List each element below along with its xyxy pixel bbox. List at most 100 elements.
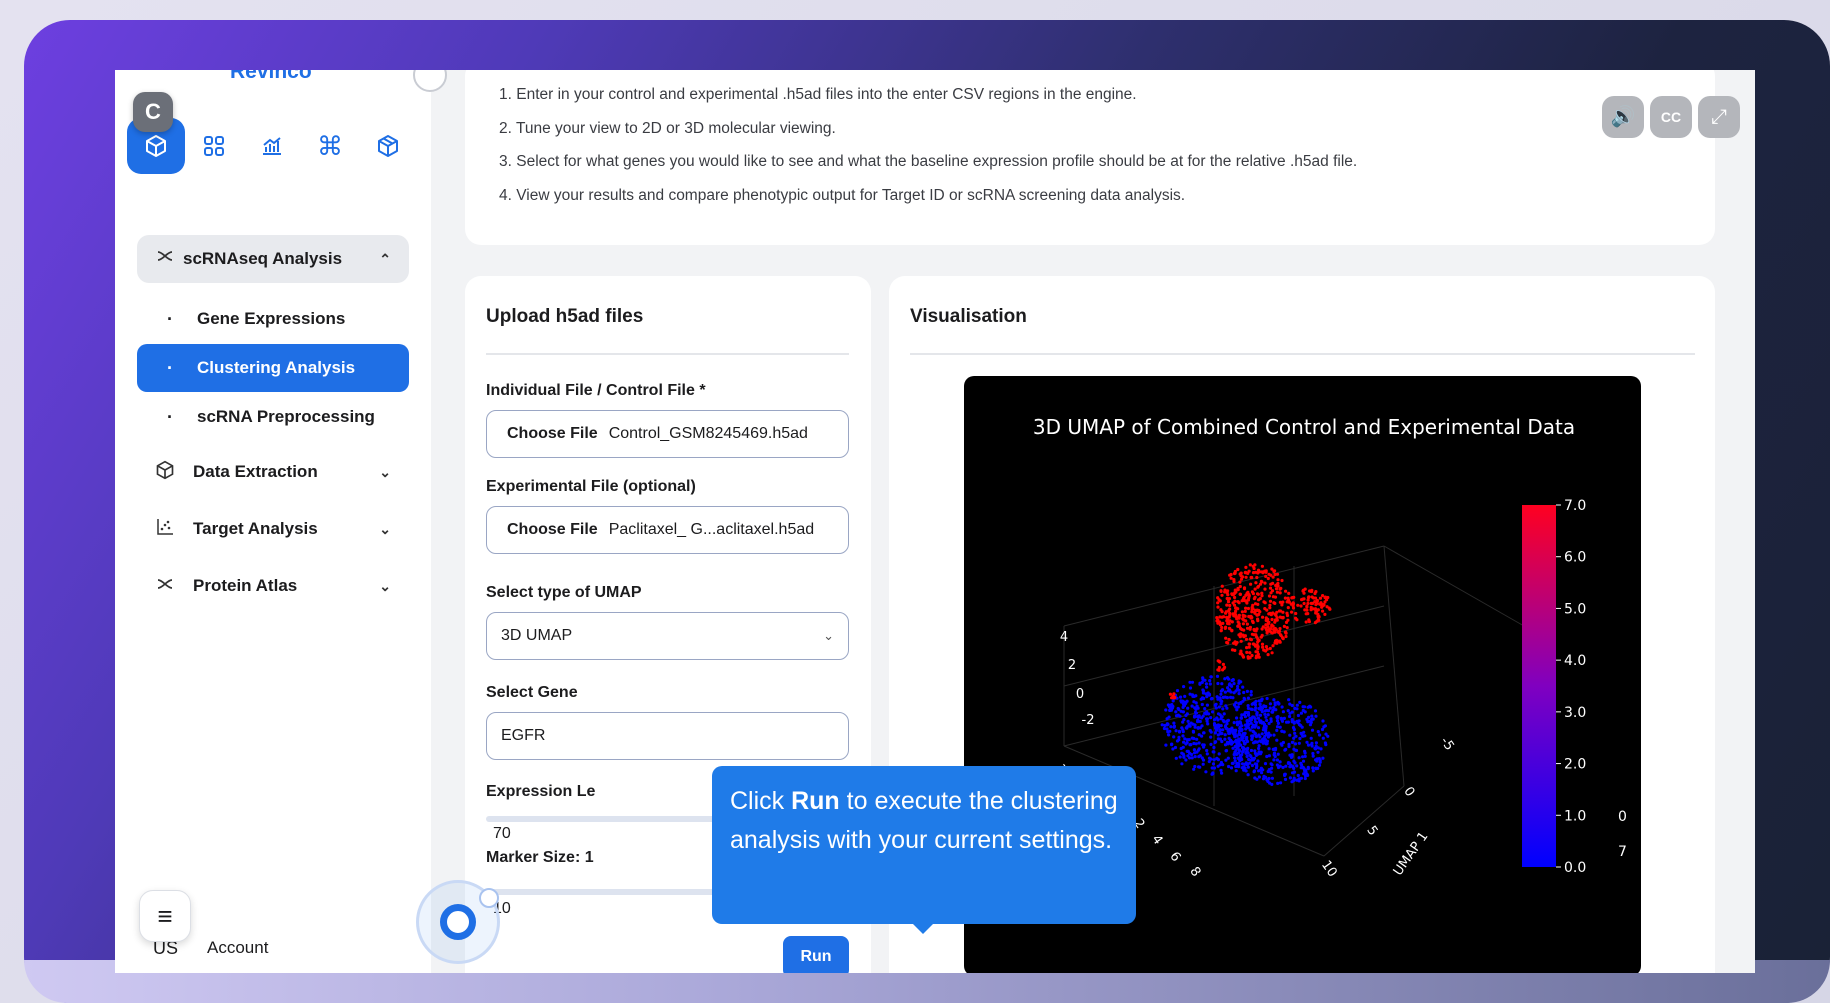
red-cluster bbox=[1226, 641, 1230, 645]
blue-cluster bbox=[1246, 773, 1250, 777]
sidebar-section-scrnaseq[interactable]: scRNAseq Analysis ⌃ bbox=[137, 235, 409, 283]
account-link[interactable]: Account bbox=[207, 938, 268, 958]
choose-file-button[interactable]: Choose File bbox=[507, 521, 598, 539]
blue-cluster bbox=[1269, 762, 1273, 766]
blue-cluster bbox=[1186, 719, 1190, 723]
blue-cluster bbox=[1291, 765, 1295, 769]
sidebar-collapse-button[interactable] bbox=[413, 70, 447, 92]
blue-cluster bbox=[1239, 716, 1243, 720]
run-button[interactable]: Run bbox=[783, 936, 849, 973]
blue-cluster bbox=[1227, 688, 1232, 692]
blue-cluster bbox=[1169, 703, 1173, 707]
dna-icon bbox=[155, 246, 183, 272]
blue-cluster bbox=[1209, 742, 1213, 746]
blue-cluster bbox=[1265, 754, 1269, 759]
expand-icon[interactable]: ⤢ bbox=[1698, 96, 1740, 138]
blue-cluster bbox=[1307, 715, 1311, 719]
blue-cluster bbox=[1314, 744, 1318, 748]
blue-cluster bbox=[1321, 719, 1325, 723]
colorbar-extra-label: 0 bbox=[1618, 809, 1627, 825]
blue-cluster bbox=[1318, 733, 1322, 737]
red-cluster bbox=[1269, 573, 1273, 577]
blue-cluster bbox=[1211, 710, 1215, 714]
menu-icon[interactable]: ≡ bbox=[139, 890, 191, 942]
blue-cluster bbox=[1231, 761, 1235, 765]
blue-cluster bbox=[1267, 747, 1271, 751]
red-cluster bbox=[1260, 642, 1265, 646]
marker-size-slider-handle[interactable] bbox=[440, 904, 476, 940]
blue-cluster bbox=[1281, 710, 1285, 714]
y-tick-label: 6 bbox=[1166, 849, 1183, 864]
red-cluster bbox=[1241, 655, 1246, 659]
blue-cluster bbox=[1205, 752, 1209, 756]
sidebar-item-protein-atlas[interactable]: Protein Atlas ⌄ bbox=[137, 562, 409, 610]
chart-icon[interactable] bbox=[243, 118, 301, 174]
blue-cluster bbox=[1318, 760, 1322, 764]
red-cluster bbox=[1260, 591, 1264, 595]
red-cluster bbox=[1252, 627, 1256, 632]
control-file-input[interactable]: Choose File Control_GSM8245469.h5ad bbox=[486, 410, 849, 458]
blue-cluster bbox=[1190, 704, 1194, 708]
red-cluster bbox=[1264, 623, 1268, 627]
umap-type-select[interactable]: 3D UMAP ⌄ bbox=[486, 612, 849, 660]
blue-cluster bbox=[1274, 708, 1278, 712]
blue-cluster bbox=[1198, 765, 1202, 769]
blue-cluster bbox=[1170, 742, 1174, 746]
red-cluster bbox=[1281, 610, 1285, 614]
red-cluster bbox=[1227, 638, 1231, 642]
red-cluster bbox=[1278, 627, 1282, 631]
blue-cluster bbox=[1205, 717, 1209, 721]
sidebar-item-target-analysis[interactable]: Target Analysis ⌄ bbox=[137, 505, 409, 553]
choose-file-button[interactable]: Choose File bbox=[507, 425, 598, 443]
blue-cluster bbox=[1279, 742, 1283, 746]
red-cluster bbox=[1299, 604, 1303, 608]
package-icon[interactable] bbox=[359, 118, 417, 174]
red-cluster bbox=[1260, 564, 1264, 568]
tooltip-arrow bbox=[911, 922, 935, 934]
colorbar-tick-label: 6.0 bbox=[1564, 550, 1586, 566]
red-cluster bbox=[1248, 651, 1252, 655]
blue-cluster bbox=[1266, 709, 1271, 713]
blue-cluster bbox=[1192, 748, 1196, 752]
colorbar-tick-label: 7.0 bbox=[1564, 498, 1586, 514]
blue-cluster bbox=[1191, 730, 1196, 734]
sidebar-item-data-extraction[interactable]: Data Extraction ⌄ bbox=[137, 448, 409, 496]
red-cluster bbox=[1225, 615, 1229, 619]
command-icon[interactable]: ⌘ bbox=[301, 118, 359, 174]
blue-cluster bbox=[1253, 708, 1257, 712]
blue-cluster bbox=[1188, 680, 1192, 684]
blue-cluster bbox=[1185, 726, 1189, 730]
gene-select[interactable]: EGFR bbox=[486, 712, 849, 760]
red-cluster bbox=[1305, 608, 1309, 612]
sidebar-item-scrna-preprocessing[interactable]: · scRNA Preprocessing bbox=[137, 393, 409, 441]
closed-caption-icon[interactable]: CC bbox=[1650, 96, 1692, 138]
blue-cluster bbox=[1202, 731, 1206, 735]
blue-cluster bbox=[1245, 735, 1249, 740]
divider bbox=[486, 353, 849, 355]
sidebar-item-gene-expressions[interactable]: · Gene Expressions bbox=[137, 295, 409, 343]
red-cluster bbox=[1268, 646, 1272, 651]
z-tick-label: 0 bbox=[1076, 687, 1084, 702]
red-cluster bbox=[1313, 596, 1318, 600]
sidebar-item-label: Protein Atlas bbox=[193, 576, 298, 595]
blue-cluster bbox=[1265, 778, 1269, 782]
blue-cluster bbox=[1299, 724, 1303, 728]
blue-cluster bbox=[1246, 712, 1251, 716]
blue-cluster bbox=[1219, 692, 1223, 696]
blue-cluster bbox=[1201, 714, 1205, 718]
red-cluster bbox=[1249, 582, 1253, 586]
instruction-step: 2. Tune your view to 2D or 3D molecular … bbox=[499, 119, 836, 137]
speaker-icon[interactable]: 🔊 bbox=[1602, 96, 1644, 138]
sidebar-item-clustering-analysis[interactable]: · Clustering Analysis bbox=[137, 344, 409, 392]
blue-cluster bbox=[1186, 706, 1190, 710]
red-cluster bbox=[1301, 597, 1305, 601]
blue-cluster bbox=[1253, 762, 1257, 766]
blue-cluster bbox=[1288, 765, 1292, 769]
experimental-file-input[interactable]: Choose File Paclitaxel_ G...aclitaxel.h5… bbox=[486, 506, 849, 554]
blue-cluster bbox=[1313, 709, 1318, 713]
blue-cluster bbox=[1164, 743, 1168, 747]
sidebar-item-label: scRNA Preprocessing bbox=[197, 407, 375, 426]
red-cluster bbox=[1269, 582, 1273, 586]
dna-grid-icon[interactable] bbox=[185, 118, 243, 174]
blue-cluster bbox=[1314, 741, 1318, 745]
